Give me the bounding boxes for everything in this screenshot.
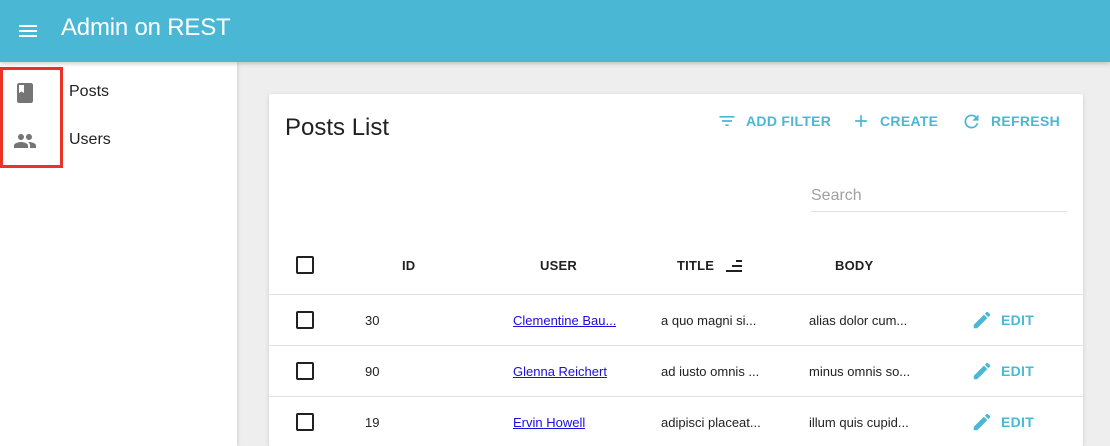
edit-button[interactable]: EDIT [971, 359, 1034, 383]
create-button[interactable]: CREATE [851, 106, 938, 136]
user-link[interactable]: Ervin Howell [513, 415, 585, 430]
refresh-label: REFRESH [991, 113, 1060, 129]
filter-icon [719, 116, 735, 126]
edit-button[interactable]: EDIT [971, 308, 1034, 332]
add-filter-button[interactable]: ADD FILTER [717, 106, 831, 136]
column-header-user[interactable]: USER [540, 258, 577, 273]
select-all-checkbox[interactable] [296, 256, 314, 274]
table-row: 30 Clementine Bau... a quo magni si... a… [269, 295, 1083, 346]
book-icon [13, 81, 37, 105]
cell-body: minus omnis so... [809, 364, 911, 379]
row-checkbox[interactable] [296, 413, 314, 431]
edit-button[interactable]: EDIT [971, 410, 1034, 434]
cell-title: a quo magni si... [661, 313, 757, 328]
app-title: Admin on REST [61, 14, 231, 41]
cell-body: alias dolor cum... [809, 313, 908, 328]
column-header-id[interactable]: ID [402, 258, 415, 273]
cell-id: 90 [365, 364, 380, 379]
cell-title: adipisci placeat... [661, 415, 761, 430]
cell-title: ad iusto omnis ... [661, 364, 760, 379]
plus-icon [855, 115, 867, 127]
sidebar-item-label: Users [69, 131, 111, 148]
page-title: Posts List [285, 114, 390, 141]
user-link[interactable]: Clementine Bau... [513, 313, 616, 328]
row-checkbox[interactable] [296, 362, 314, 380]
column-header-body[interactable]: BODY [835, 258, 873, 273]
create-label: CREATE [880, 113, 939, 129]
edit-label: EDIT [1001, 363, 1035, 379]
table-row: 90 Glenna Reichert ad iusto omnis ... mi… [269, 346, 1083, 397]
add-filter-label: ADD FILTER [746, 113, 832, 129]
refresh-button[interactable]: REFRESH [961, 106, 1060, 136]
cell-body: illum quis cupid... [809, 415, 909, 430]
pencil-icon [973, 413, 991, 431]
sidebar: Posts Users [0, 62, 237, 446]
row-checkbox[interactable] [296, 311, 314, 329]
edit-label: EDIT [1001, 414, 1035, 430]
pencil-icon [973, 362, 991, 380]
refresh-icon [964, 114, 979, 128]
edit-label: EDIT [1001, 312, 1035, 328]
sort-descending-icon[interactable] [724, 259, 744, 273]
app-bar: Admin on REST [0, 0, 1110, 62]
column-header-title[interactable]: TITLE [677, 258, 714, 273]
posts-list-card: Posts List ADD FILTER CREATE REFRESH ID … [269, 94, 1083, 446]
sidebar-item-posts[interactable]: Posts [0, 69, 237, 117]
people-icon [13, 129, 37, 153]
cell-id: 19 [365, 415, 380, 430]
hamburger-menu-icon[interactable] [12, 15, 44, 47]
sidebar-item-users[interactable]: Users [0, 117, 237, 165]
user-link[interactable]: Glenna Reichert [513, 364, 607, 379]
search-input[interactable] [811, 180, 1067, 212]
sidebar-item-label: Posts [69, 83, 110, 100]
table-row: 19 Ervin Howell adipisci placeat... illu… [269, 397, 1083, 446]
pencil-icon [973, 311, 991, 329]
cell-id: 30 [365, 313, 380, 328]
